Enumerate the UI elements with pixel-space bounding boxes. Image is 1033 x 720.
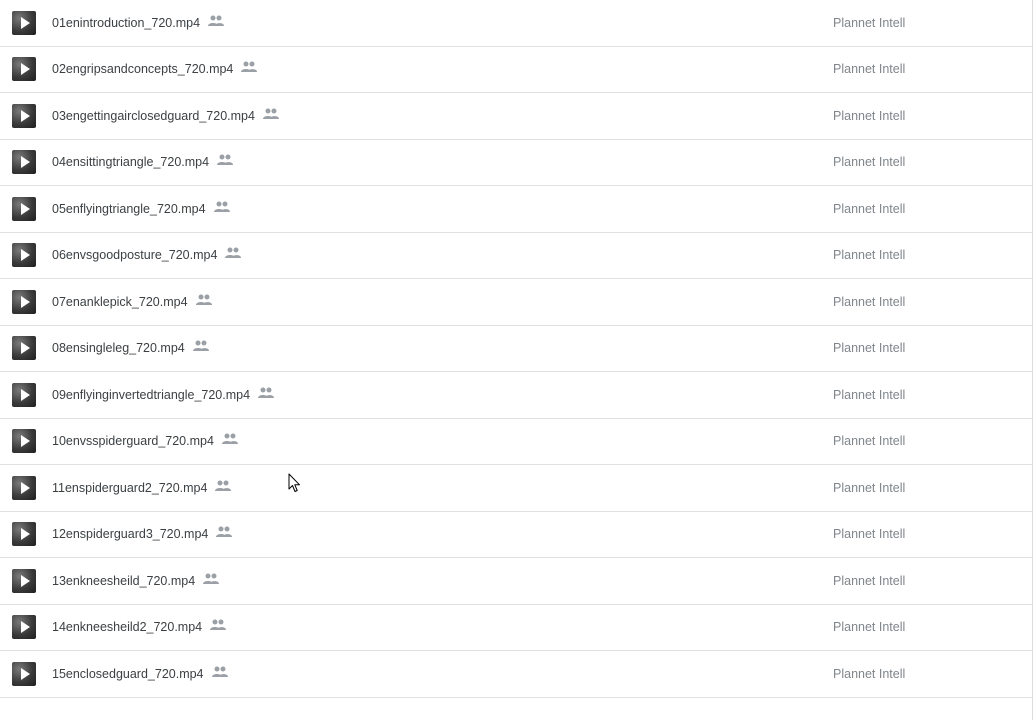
shared-people-icon [213, 201, 230, 212]
file-row[interactable]: 13enkneesheild_720.mp4 Plannet Intell [0, 558, 1032, 605]
owner: Plannet Intell [833, 201, 906, 216]
file-name[interactable]: 12enspiderguard3_720.mp4 [52, 526, 233, 542]
owner: Plannet Intell [833, 387, 906, 402]
file-row[interactable]: 01enintroduction_720.mp4 Plannet Intell [0, 0, 1032, 47]
video-play-icon [12, 150, 36, 175]
owner: Plannet Intell [833, 341, 906, 356]
file-name[interactable]: 07enanklepick_720.mp4 [52, 294, 212, 309]
shared-people-icon [210, 619, 227, 631]
file-name-text: 04ensittingtriangle_720.mp4 [52, 155, 210, 170]
file-name[interactable]: 05enflyingtriangle_720.mp4 [52, 201, 230, 216]
shared-people-icon [195, 294, 212, 305]
shared-people-icon [258, 387, 275, 398]
file-row[interactable]: 04ensittingtriangle_720.mp4 Plannet Inte… [0, 140, 1032, 186]
shared-people-icon [216, 526, 233, 538]
file-row[interactable]: 15enclosedguard_720.mp4 Plannet Intell [0, 651, 1032, 698]
file-name[interactable]: 04ensittingtriangle_720.mp4 [52, 154, 234, 170]
file-name-text: 01enintroduction_720.mp4 [52, 15, 201, 30]
video-play-icon [12, 10, 36, 35]
file-name-text: 05enflyingtriangle_720.mp4 [52, 201, 206, 216]
file-row[interactable]: 07enanklepick_720.mp4 Plannet Intell [0, 279, 1032, 326]
file-name-text: 11enspiderguard2_720.mp4 [52, 480, 208, 495]
video-play-icon [12, 243, 36, 268]
video-play-icon [12, 429, 36, 454]
shared-people-icon [203, 573, 220, 584]
file-row[interactable]: 14enkneesheild2_720.mp4 Plannet Intell [0, 605, 1032, 651]
file-name-text: 15enclosedguard_720.mp4 [52, 666, 204, 681]
owner: Plannet Intell [833, 480, 906, 495]
shared-people-icon [215, 480, 232, 491]
owner: Plannet Intell [833, 573, 906, 588]
file-row[interactable]: 12enspiderguard3_720.mp4 Plannet Intell [0, 512, 1032, 558]
owner: Plannet Intell [833, 527, 906, 542]
file-name-text: 12enspiderguard3_720.mp4 [52, 527, 209, 542]
video-play-icon [12, 382, 36, 407]
file-name[interactable]: 10envsspiderguard_720.mp4 [52, 433, 238, 449]
video-play-icon [12, 615, 36, 640]
shared-people-icon [221, 433, 238, 445]
file-name[interactable]: 13enkneesheild_720.mp4 [52, 573, 220, 588]
shared-people-icon [208, 15, 225, 26]
file-name[interactable]: 02engripsandconcepts_720.mp4 [52, 61, 258, 77]
file-row[interactable]: 09enflyinginvertedtriangle_720.mp4 Plann… [0, 372, 1032, 419]
owner: Plannet Intell [833, 294, 906, 309]
file-name-text: 03engettingairclosedguard_720.mp4 [52, 108, 255, 123]
video-play-icon [12, 103, 36, 128]
owner: Plannet Intell [833, 62, 906, 77]
video-play-icon [12, 475, 36, 500]
owner: Plannet Intell [833, 108, 906, 123]
owner: Plannet Intell [833, 248, 906, 263]
file-name[interactable]: 11enspiderguard2_720.mp4 [52, 480, 232, 495]
owner: Plannet Intell [833, 155, 906, 170]
file-row[interactable]: 02engripsandconcepts_720.mp4 Plannet Int… [0, 47, 1032, 93]
file-name[interactable]: 09enflyinginvertedtriangle_720.mp4 [52, 387, 275, 402]
file-name[interactable]: 08ensingleleg_720.mp4 [52, 340, 209, 356]
file-name-text: 13enkneesheild_720.mp4 [52, 573, 196, 588]
shared-people-icon [241, 61, 258, 73]
file-name-text: 07enanklepick_720.mp4 [52, 294, 188, 309]
shared-people-icon [217, 154, 234, 166]
shared-people-icon [211, 666, 228, 677]
file-name-text: 10envsspiderguard_720.mp4 [52, 434, 214, 449]
file-row[interactable]: 05enflyingtriangle_720.mp4 Plannet Intel… [0, 186, 1032, 233]
file-list: 01enintroduction_720.mp4 Plannet Intell … [0, 0, 1033, 720]
owner: Plannet Intell [833, 15, 906, 30]
video-play-icon [12, 289, 36, 314]
file-row[interactable]: 08ensingleleg_720.mp4 Plannet Intell [0, 326, 1032, 372]
file-name[interactable]: 14enkneesheild2_720.mp4 [52, 619, 227, 635]
file-name-text: 02engripsandconcepts_720.mp4 [52, 62, 234, 77]
video-play-icon [12, 196, 36, 221]
file-row[interactable]: 10envsspiderguard_720.mp4 Plannet Intell [0, 419, 1032, 465]
file-name[interactable]: 06envsgoodposture_720.mp4 [52, 247, 242, 263]
video-play-icon [12, 57, 36, 82]
file-name-text: 08ensingleleg_720.mp4 [52, 341, 185, 356]
shared-people-icon [262, 108, 279, 119]
file-name[interactable]: 01enintroduction_720.mp4 [52, 15, 225, 30]
owner: Plannet Intell [833, 666, 906, 681]
file-name[interactable]: 03engettingairclosedguard_720.mp4 [52, 108, 279, 123]
file-name-text: 06envsgoodposture_720.mp4 [52, 248, 218, 263]
file-row[interactable]: 03engettingairclosedguard_720.mp4 Planne… [0, 93, 1032, 140]
file-name-text: 09enflyinginvertedtriangle_720.mp4 [52, 387, 251, 402]
shared-people-icon [192, 340, 209, 352]
shared-people-icon [225, 247, 242, 259]
file-name-text: 14enkneesheild2_720.mp4 [52, 620, 203, 635]
video-play-icon [12, 336, 36, 361]
video-play-icon [12, 661, 36, 686]
owner: Plannet Intell [833, 620, 906, 635]
file-row[interactable]: 11enspiderguard2_720.mp4 Plannet Intell [0, 465, 1032, 512]
file-name[interactable]: 15enclosedguard_720.mp4 [52, 666, 228, 681]
owner: Plannet Intell [833, 434, 906, 449]
video-play-icon [12, 522, 36, 547]
video-play-icon [12, 568, 36, 593]
file-row[interactable]: 06envsgoodposture_720.mp4 Plannet Intell [0, 233, 1032, 279]
